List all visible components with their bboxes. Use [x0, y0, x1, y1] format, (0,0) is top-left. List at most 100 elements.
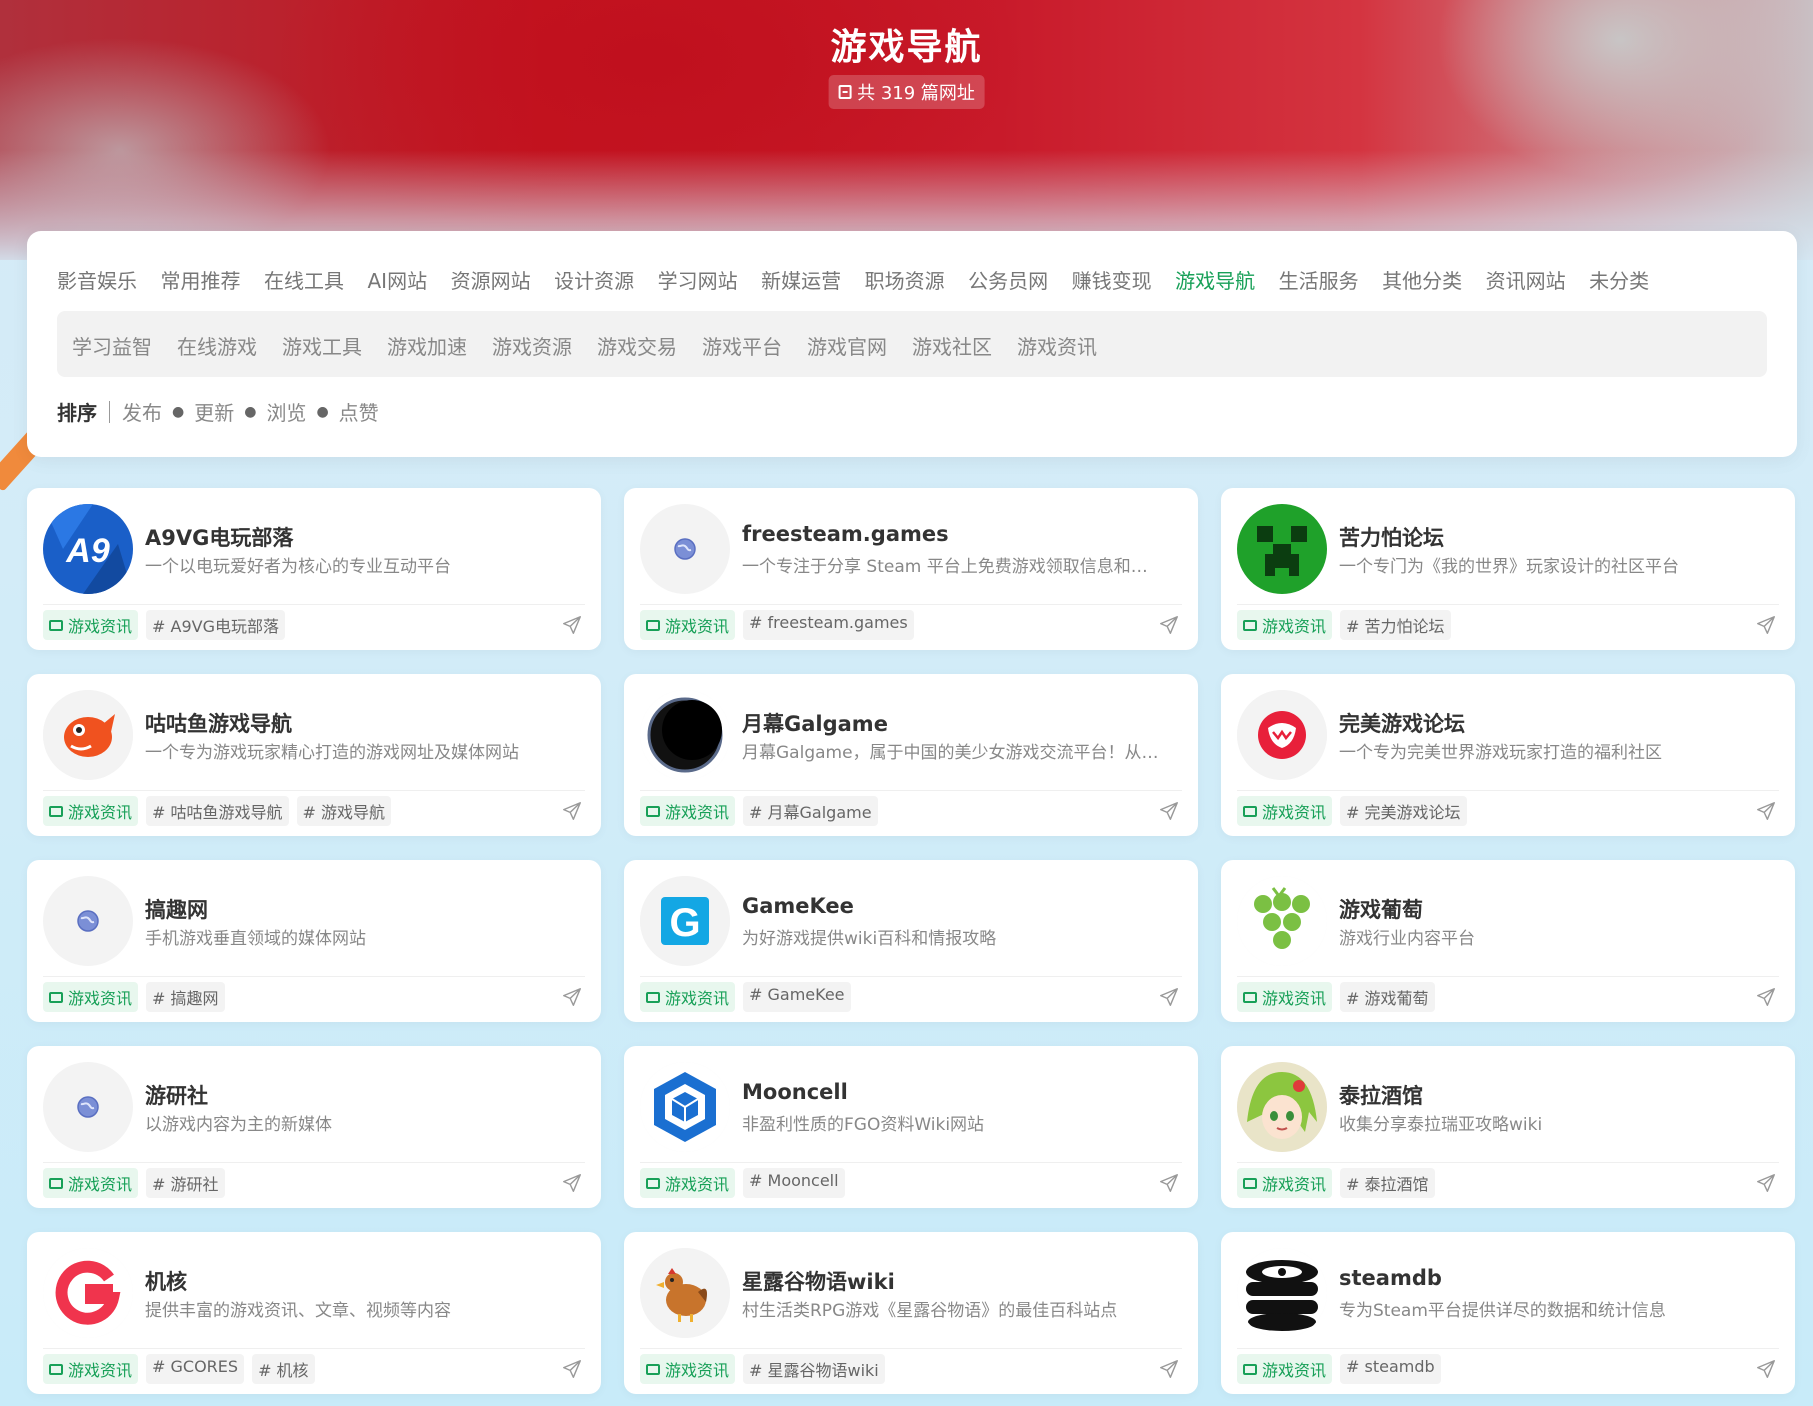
- site-tag[interactable]: # 机核: [252, 1354, 315, 1384]
- category-tag[interactable]: 游戏资讯: [1237, 1168, 1333, 1198]
- category-tab[interactable]: 游戏导航: [1175, 265, 1255, 294]
- site-tag[interactable]: # freesteam.games: [743, 610, 914, 640]
- sort-option-likes[interactable]: 点赞: [339, 397, 379, 426]
- category-tab[interactable]: 资源网站: [451, 265, 531, 294]
- send-icon[interactable]: [1158, 800, 1180, 822]
- site-title[interactable]: 泰拉酒馆: [1339, 1080, 1423, 1110]
- site-title[interactable]: 游研社: [145, 1080, 208, 1110]
- subcategory-tab[interactable]: 在线游戏: [177, 331, 257, 360]
- site-card[interactable]: steamdb 专为Steam平台提供详尽的数据和统计信息 游戏资讯 # ste…: [1221, 1232, 1795, 1394]
- category-tab[interactable]: 公务员网: [968, 265, 1048, 294]
- site-card[interactable]: 机核 提供丰富的游戏资讯、文章、视频等内容 游戏资讯 # GCORES # 机核: [27, 1232, 601, 1394]
- category-tag[interactable]: 游戏资讯: [1237, 1354, 1333, 1384]
- subcategory-tab[interactable]: 游戏资源: [492, 331, 572, 360]
- send-icon[interactable]: [561, 1172, 583, 1194]
- category-tab[interactable]: 其他分类: [1382, 265, 1462, 294]
- category-tab[interactable]: 职场资源: [865, 265, 945, 294]
- category-tab[interactable]: AI网站: [368, 265, 428, 294]
- category-tab[interactable]: 资讯网站: [1486, 265, 1566, 294]
- send-icon[interactable]: [1755, 1172, 1777, 1194]
- category-tab[interactable]: 影音娱乐: [57, 265, 137, 294]
- site-card[interactable]: 搞趣网 手机游戏垂直领域的媒体网站 游戏资讯 # 搞趣网: [27, 860, 601, 1022]
- category-tag[interactable]: 游戏资讯: [640, 796, 736, 826]
- site-tag[interactable]: # 完美游戏论坛: [1340, 796, 1467, 826]
- site-card[interactable]: G GameKee 为好游戏提供wiki百科和情报攻略 游戏资讯 # GameK…: [624, 860, 1198, 1022]
- category-tag[interactable]: 游戏资讯: [640, 982, 736, 1012]
- site-tag[interactable]: # 游戏葡萄: [1340, 982, 1435, 1012]
- send-icon[interactable]: [561, 986, 583, 1008]
- subcategory-tab[interactable]: 学习益智: [72, 331, 152, 360]
- send-icon[interactable]: [1158, 614, 1180, 636]
- category-tab[interactable]: 在线工具: [264, 265, 344, 294]
- site-tag[interactable]: # 搞趣网: [146, 982, 225, 1012]
- site-card[interactable]: 苦力怕论坛 一个专门为《我的世界》玩家设计的社区平台 游戏资讯 # 苦力怕论坛: [1221, 488, 1795, 650]
- category-tab[interactable]: 学习网站: [658, 265, 738, 294]
- site-title[interactable]: 完美游戏论坛: [1339, 708, 1465, 738]
- category-tag[interactable]: 游戏资讯: [640, 1168, 736, 1198]
- category-tag[interactable]: 游戏资讯: [640, 1354, 736, 1384]
- site-title[interactable]: steamdb: [1339, 1266, 1442, 1290]
- site-title[interactable]: 咕咕鱼游戏导航: [145, 708, 292, 738]
- site-tag[interactable]: # 游戏导航: [296, 796, 392, 826]
- category-tab[interactable]: 生活服务: [1279, 265, 1359, 294]
- site-tag[interactable]: # 咕咕鱼游戏导航: [146, 796, 289, 826]
- subcategory-tab[interactable]: 游戏资讯: [1017, 331, 1097, 360]
- site-title[interactable]: 苦力怕论坛: [1339, 522, 1444, 552]
- site-tag[interactable]: # Mooncell: [743, 1168, 845, 1198]
- subcategory-tab[interactable]: 游戏平台: [702, 331, 782, 360]
- site-card[interactable]: 咕咕鱼游戏导航 一个专为游戏玩家精心打造的游戏网址及媒体网站 游戏资讯 # 咕咕…: [27, 674, 601, 836]
- category-tab[interactable]: 新媒运营: [761, 265, 841, 294]
- sort-option-views[interactable]: 浏览: [266, 397, 306, 426]
- category-tag[interactable]: 游戏资讯: [43, 982, 139, 1012]
- sort-option-publish[interactable]: 发布: [122, 397, 162, 426]
- category-tag[interactable]: 游戏资讯: [1237, 982, 1333, 1012]
- category-tag[interactable]: 游戏资讯: [43, 610, 139, 640]
- category-tag[interactable]: 游戏资讯: [43, 1168, 139, 1198]
- site-card[interactable]: 游戏葡萄 游戏行业内容平台 游戏资讯 # 游戏葡萄: [1221, 860, 1795, 1022]
- site-title[interactable]: 游戏葡萄: [1339, 894, 1423, 924]
- site-card[interactable]: 完美游戏论坛 一个专为完美世界游戏玩家打造的福利社区 游戏资讯 # 完美游戏论坛: [1221, 674, 1795, 836]
- send-icon[interactable]: [561, 614, 583, 636]
- send-icon[interactable]: [1158, 1172, 1180, 1194]
- site-tag[interactable]: # steamdb: [1340, 1354, 1441, 1384]
- send-icon[interactable]: [1755, 614, 1777, 636]
- subcategory-tab[interactable]: 游戏工具: [282, 331, 362, 360]
- site-card[interactable]: A9 A9VG电玩部落 一个以电玩爱好者为核心的专业互动平台 游戏资讯 # A9…: [27, 488, 601, 650]
- site-card[interactable]: Mooncell 非盈利性质的FGO资料Wiki网站 游戏资讯 # Moonce…: [624, 1046, 1198, 1208]
- site-tag[interactable]: # 月幕Galgame: [743, 796, 878, 826]
- site-card[interactable]: 泰拉酒馆 收集分享泰拉瑞亚攻略wiki 游戏资讯 # 泰拉酒馆: [1221, 1046, 1795, 1208]
- site-card[interactable]: 星露谷物语wiki 村生活类RPG游戏《星露谷物语》的最佳百科站点 游戏资讯 #…: [624, 1232, 1198, 1394]
- category-tag[interactable]: 游戏资讯: [1237, 796, 1333, 826]
- site-title[interactable]: Mooncell: [742, 1080, 848, 1104]
- site-title[interactable]: A9VG电玩部落: [145, 522, 293, 552]
- subcategory-tab[interactable]: 游戏加速: [387, 331, 467, 360]
- send-icon[interactable]: [561, 1358, 583, 1380]
- site-tag[interactable]: # 星露谷物语wiki: [743, 1354, 885, 1384]
- site-card[interactable]: 游研社 以游戏内容为主的新媒体 游戏资讯 # 游研社: [27, 1046, 601, 1208]
- site-title[interactable]: 星露谷物语wiki: [742, 1266, 895, 1296]
- category-tag[interactable]: 游戏资讯: [43, 1354, 139, 1384]
- site-card[interactable]: 月幕Galgame 月幕Galgame，属于中国的美少女游戏交流平台！从… 游戏…: [624, 674, 1198, 836]
- site-title[interactable]: GameKee: [742, 894, 854, 918]
- site-card[interactable]: freesteam.games 一个专注于分享 Steam 平台上免费游戏领取信…: [624, 488, 1198, 650]
- category-tab[interactable]: 赚钱变现: [1072, 265, 1152, 294]
- site-tag[interactable]: # GCORES: [146, 1354, 245, 1384]
- send-icon[interactable]: [1755, 800, 1777, 822]
- sort-option-update[interactable]: 更新: [194, 397, 234, 426]
- site-tag[interactable]: # 游研社: [146, 1168, 225, 1198]
- site-tag[interactable]: # 苦力怕论坛: [1340, 610, 1451, 640]
- category-tag[interactable]: 游戏资讯: [43, 796, 139, 826]
- site-title[interactable]: 月幕Galgame: [742, 708, 888, 738]
- site-tag[interactable]: # 泰拉酒馆: [1340, 1168, 1435, 1198]
- subcategory-tab[interactable]: 游戏交易: [597, 331, 677, 360]
- site-title[interactable]: 机核: [145, 1266, 187, 1296]
- send-icon[interactable]: [1755, 986, 1777, 1008]
- send-icon[interactable]: [561, 800, 583, 822]
- subcategory-tab[interactable]: 游戏社区: [912, 331, 992, 360]
- category-tag[interactable]: 游戏资讯: [640, 610, 736, 640]
- site-title[interactable]: freesteam.games: [742, 522, 949, 546]
- site-tag[interactable]: # GameKee: [743, 982, 851, 1012]
- site-title[interactable]: 搞趣网: [145, 894, 208, 924]
- category-tab[interactable]: 常用推荐: [161, 265, 241, 294]
- send-icon[interactable]: [1755, 1358, 1777, 1380]
